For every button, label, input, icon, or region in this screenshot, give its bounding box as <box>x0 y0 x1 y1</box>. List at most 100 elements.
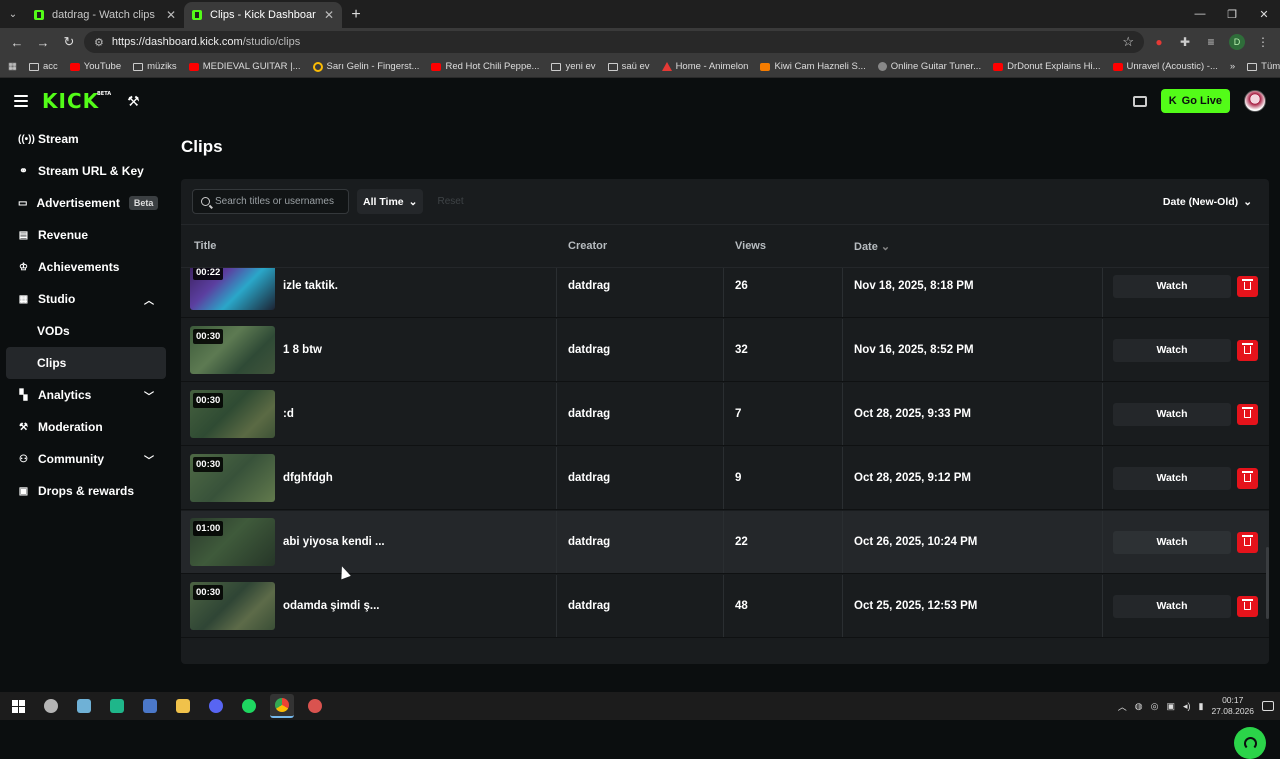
clip-title[interactable]: :d <box>283 408 294 420</box>
watch-button[interactable]: Watch <box>1113 338 1231 362</box>
bookmark-item[interactable]: acc <box>28 61 58 72</box>
bookmark-item[interactable]: Kiwi Cam Hazneli S... <box>760 61 866 72</box>
media-control-icon[interactable]: ≡ <box>1200 31 1222 53</box>
bookmark-item[interactable]: yeni ev <box>551 61 596 72</box>
bookmark-item[interactable]: Red Hot Chili Peppe... <box>431 61 539 72</box>
start-button[interactable] <box>6 694 30 718</box>
reset-button[interactable]: Reset <box>431 196 469 207</box>
scrollbar[interactable] <box>1266 547 1269 619</box>
taskbar-app-1[interactable] <box>39 694 63 718</box>
new-tab-button[interactable]: + <box>342 2 370 28</box>
sidebar-item-clips[interactable]: Clips <box>6 347 166 379</box>
support-chat-button[interactable] <box>1234 727 1266 759</box>
sidebar-item-stream-url-key[interactable]: ⚭ Stream URL & Key <box>0 155 172 187</box>
more-bookmarks-button[interactable]: » <box>1230 61 1235 72</box>
notification-icon[interactable] <box>1262 701 1274 711</box>
sidebar-item-vods[interactable]: VODs <box>0 315 172 347</box>
column-date[interactable]: Date ⌄ <box>843 240 1103 253</box>
spotify-icon[interactable] <box>237 694 261 718</box>
clip-title[interactable]: izle taktik. <box>283 280 338 292</box>
close-tab-icon[interactable]: ✕ <box>324 8 334 22</box>
clip-title[interactable]: abi yiyosa kendi ... <box>283 536 385 548</box>
table-row[interactable]: 00:30 1 8 btw datdrag 32 Nov 16, 2025, 8:52 … <box>181 319 1269 382</box>
user-avatar[interactable] <box>1244 90 1266 112</box>
clip-creator[interactable]: datdrag <box>557 511 724 573</box>
volume-icon[interactable]: ◂) <box>1183 701 1191 712</box>
sidebar-item-moderation[interactable]: ⚒ Moderation <box>0 411 172 443</box>
watch-button[interactable]: Watch <box>1113 402 1231 426</box>
sidebar-item-advertisement[interactable]: ▭ Advertisement Beta <box>0 187 172 219</box>
clip-title[interactable]: dfghfdgh <box>283 472 333 484</box>
tab-search-icon[interactable]: ⌄ <box>0 0 26 28</box>
close-window-icon[interactable]: ✕ <box>1248 0 1280 28</box>
taskbar-app-10[interactable] <box>303 694 327 718</box>
bookmark-item[interactable]: Home - Animelon <box>661 61 748 72</box>
bookmark-item[interactable]: Sarı Gelin - Fingerst... <box>312 61 419 72</box>
apps-grid-icon[interactable]: ▦ <box>8 61 17 72</box>
minimize-icon[interactable]: — <box>1184 0 1216 28</box>
taskbar-app-4[interactable] <box>138 694 162 718</box>
all-bookmarks-button[interactable]: Tüm Yer İşaretleri <box>1247 61 1280 72</box>
back-icon[interactable]: ← <box>6 31 28 53</box>
close-tab-icon[interactable]: ✕ <box>166 8 176 22</box>
restore-icon[interactable]: ❐ <box>1216 0 1248 28</box>
tab-datdrag-clips[interactable]: datdrag - Watch clips on Kick ✕ <box>26 2 184 28</box>
delete-button[interactable] <box>1237 467 1258 489</box>
bookmark-item[interactable]: müziks <box>133 61 177 72</box>
clip-creator[interactable]: datdrag <box>557 447 724 509</box>
sort-dropdown[interactable]: Date (New-Old) ⌄ <box>1157 189 1258 214</box>
bookmark-item[interactable]: MEDIEVAL GUITAR |... <box>188 61 301 72</box>
clip-thumbnail[interactable]: 01:00 <box>190 518 275 566</box>
clip-thumbnail[interactable]: 00:22 <box>190 268 275 310</box>
discord-icon[interactable] <box>204 694 228 718</box>
tab-kick-dashboard[interactable]: Clips - Kick Dashboard ✕ <box>184 2 342 28</box>
watch-button[interactable]: Watch <box>1113 594 1231 618</box>
file-explorer-icon[interactable] <box>171 694 195 718</box>
clip-title[interactable]: odamda şimdi ş... <box>283 600 380 612</box>
bookmark-item[interactable]: saü ev <box>607 61 650 72</box>
bookmark-item[interactable]: Unravel (Acoustic) -... <box>1112 61 1218 72</box>
delete-button[interactable] <box>1237 531 1258 553</box>
profile-button[interactable]: D <box>1226 31 1248 53</box>
watch-button[interactable]: Watch <box>1113 274 1231 298</box>
tv-icon[interactable] <box>1132 95 1147 107</box>
network-icon[interactable]: ▣ <box>1166 701 1175 712</box>
table-row[interactable]: 00:30 dfghfdgh datdrag 9 Oct 28, 2025, 9:12 … <box>181 447 1269 510</box>
sidebar-item-community[interactable]: ⚇ Community ﹀ <box>0 443 172 475</box>
clip-thumbnail[interactable]: 00:30 <box>190 326 275 374</box>
search-input[interactable] <box>215 196 340 207</box>
search-box[interactable] <box>192 189 349 214</box>
watch-button[interactable]: Watch <box>1113 530 1231 554</box>
sidebar-item-drops-rewards[interactable]: ▣ Drops & rewards <box>0 475 172 507</box>
reload-icon[interactable]: ↻ <box>58 31 80 53</box>
extensions-puzzle-icon[interactable]: ✚ <box>1174 31 1196 53</box>
mic-icon[interactable]: ▮ <box>1199 701 1204 712</box>
clip-thumbnail[interactable]: 00:30 <box>190 582 275 630</box>
url-field[interactable]: ⚙ https://dashboard.kick.com/studio/clip… <box>84 31 1144 53</box>
sidebar-item-achievements[interactable]: ♔ Achievements <box>0 251 172 283</box>
extension-icon[interactable]: ● <box>1148 31 1170 53</box>
forward-icon[interactable]: → <box>32 31 54 53</box>
clip-thumbnail[interactable]: 00:30 <box>190 390 275 438</box>
tray-chevron-icon[interactable]: ︿ <box>1118 700 1127 713</box>
tray-discord-icon[interactable]: ◍ <box>1135 701 1143 712</box>
chrome-icon[interactable] <box>270 694 294 718</box>
clip-creator[interactable]: datdrag <box>557 575 724 637</box>
delete-button[interactable] <box>1237 275 1258 297</box>
taskbar-clock[interactable]: 00:17 27.08.2026 <box>1211 695 1254 717</box>
delete-button[interactable] <box>1237 403 1258 425</box>
creator-tools-icon[interactable]: ⚒ <box>127 93 140 110</box>
bookmark-item[interactable]: DrDonut Explains Hi... <box>993 61 1101 72</box>
table-row[interactable]: 00:30:d datdrag 7 Oct 28, 2025, 9:33 PM Watc… <box>181 383 1269 446</box>
tray-app-icon[interactable]: ◎ <box>1151 701 1159 712</box>
delete-button[interactable] <box>1237 339 1258 361</box>
sidebar-item-analytics[interactable]: ▚ Analytics ﹀ <box>0 379 172 411</box>
watch-button[interactable]: Watch <box>1113 466 1231 490</box>
time-filter-dropdown[interactable]: All Time ⌄ <box>357 189 424 214</box>
kick-logo[interactable]: KICK BETA <box>42 89 111 113</box>
sidebar-item-revenue[interactable]: ▤ Revenue <box>0 219 172 251</box>
clip-thumbnail[interactable]: 00:30 <box>190 454 275 502</box>
taskbar-app-3[interactable] <box>105 694 129 718</box>
sidebar-item-stream[interactable]: ((•)) Stream <box>0 123 172 155</box>
table-row[interactable]: 00:22 izle taktik. datdrag 26 Nov 18, 2025, … <box>181 268 1269 318</box>
